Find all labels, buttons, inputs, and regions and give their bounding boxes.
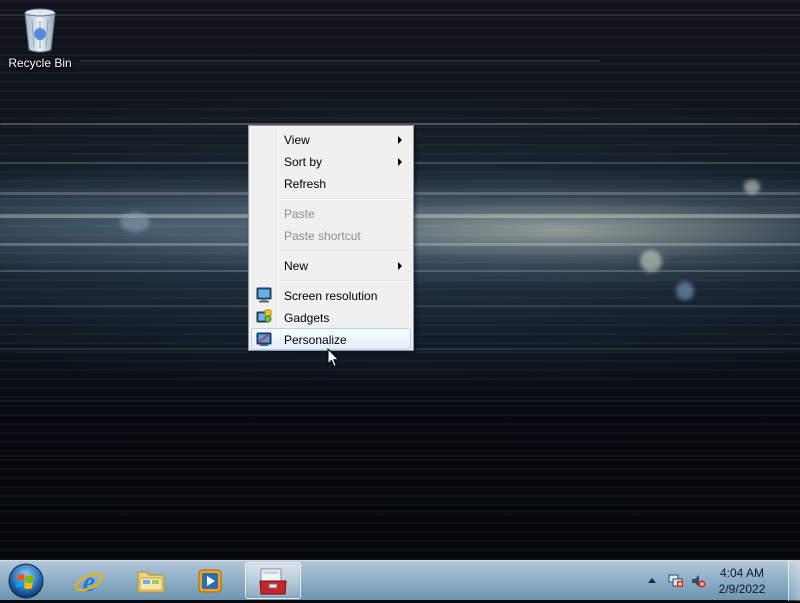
menu-item-label: Paste [284,207,315,221]
wallpaper-streak [0,14,800,16]
menu-item-label: Refresh [284,177,327,191]
media-player-icon [198,569,222,593]
menu-item-new[interactable]: New [251,254,411,276]
menu-separator [279,250,411,252]
recycle-bin-shortcut[interactable]: Recycle Bin [4,4,76,70]
taskbar: e 4:04 AM 2/9/2022 [0,560,800,601]
menu-item-paste-shortcut[interactable]: Paste shortcut [251,224,411,246]
folder-icon [137,571,165,593]
menu-item-label: View [284,133,310,147]
taskbar-internet-explorer[interactable]: e [62,562,118,599]
menu-item-sort-by[interactable]: Sort by [251,150,411,172]
gadgets-icon [256,309,272,323]
clock-time: 4:04 AM [719,566,765,580]
wallpaper-streak [80,60,600,62]
wallpaper-streak [0,400,800,402]
mouse-pointer-icon [327,348,340,368]
clock-date: 2/9/2022 [718,582,766,596]
clock[interactable]: 4:04 AM 2/9/2022 [712,565,772,597]
volume-muted-icon[interactable] [690,573,706,589]
menu-item-view[interactable]: View [251,128,411,150]
menu-item-label: Gadgets [284,311,330,325]
menu-item-label: New [284,259,309,273]
menu-separator [279,198,411,200]
menu-item-gadgets[interactable]: Gadgets [251,306,411,328]
wallpaper-glow [676,282,694,300]
wallpaper-streak [0,455,800,457]
toolbox-icon [259,568,287,595]
menu-separator [279,280,411,282]
menu-item-label: Paste shortcut [284,229,361,243]
taskbar-windows-explorer[interactable] [124,562,180,599]
svg-text:e: e [83,567,95,595]
screen-resolution-icon [256,287,272,303]
menu-item-paste[interactable]: Paste [251,202,411,224]
menu-item-refresh[interactable]: Refresh [251,172,411,194]
internet-explorer-icon: e [75,567,103,595]
wallpaper-glow [744,180,760,194]
menu-item-label: Sort by [284,155,323,169]
show-hidden-icons-arrow[interactable] [648,578,656,583]
taskbar-media-player[interactable] [184,562,240,599]
desktop-context-menu: View Sort by Refresh Paste Paste shortcu… [248,125,414,351]
wallpaper-glow [640,250,662,272]
wallpaper-streak [0,510,800,512]
submenu-arrow-icon [398,136,402,144]
personalize-icon [256,332,272,346]
wallpaper-glow [120,212,150,232]
network-icon[interactable] [668,573,684,589]
menu-item-personalize[interactable]: Personalize [251,328,411,350]
system-tray: 4:04 AM 2/9/2022 [630,561,800,601]
start-button[interactable] [6,562,46,600]
submenu-arrow-icon [398,158,402,166]
taskbar-toolbox-app[interactable] [245,562,301,599]
show-desktop-button[interactable] [788,561,800,601]
submenu-arrow-icon [398,262,402,270]
menu-item-label: Screen resolution [284,289,378,303]
menu-item-screen-resolution[interactable]: Screen resolution [251,284,411,306]
windows-orb-icon [8,563,44,599]
recycle-bin-label: Recycle Bin [8,56,72,70]
recycle-bin-icon [24,8,56,53]
